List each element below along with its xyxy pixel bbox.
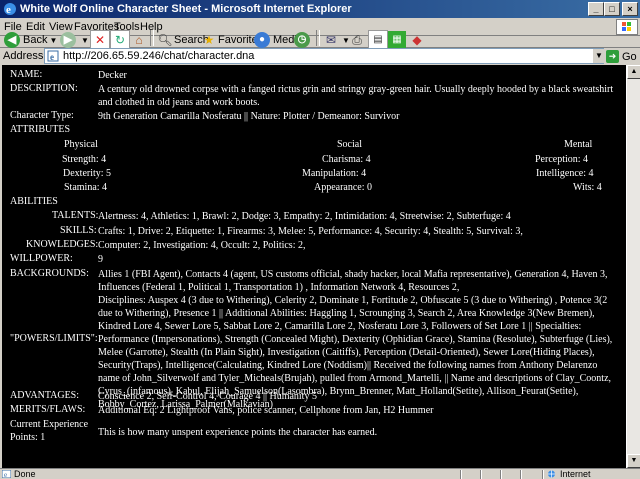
experience-label-line2: Points: 1	[10, 432, 46, 443]
toolbar-row: ◀ Back ▼ ▶ ▼ ✕ ↻ ⌂ 🔍︎ Search ★ Favorites…	[0, 28, 640, 50]
willpower-value: 9	[98, 254, 103, 265]
character-description: A century old drowned corpse with a fang…	[98, 84, 614, 108]
scroll-track[interactable]	[627, 79, 640, 454]
title-bar: e White Wolf Online Character Sheet - Mi…	[0, 0, 640, 18]
abilities-heading: ABILITIES	[10, 196, 58, 207]
attribute-perception: Perception: 4	[535, 154, 589, 165]
stop-icon: ✕	[90, 30, 110, 50]
page-content: NAME: Decker DESCRIPTION: A century old …	[2, 65, 626, 468]
status-bar: e Done Internet	[0, 468, 640, 479]
address-dropdown-icon[interactable]: ▼	[592, 49, 605, 63]
status-separator	[480, 470, 482, 479]
advantages-value: Conscience 2, Self-Control 4, Courage 4 …	[98, 391, 317, 402]
toolbar-separator	[316, 30, 320, 46]
minimize-button[interactable]: _	[588, 2, 604, 16]
search-icon: 🔍︎	[157, 33, 173, 47]
go-button[interactable]: ➜ Go	[606, 49, 638, 64]
character-name: Decker	[98, 70, 127, 81]
close-button[interactable]: ×	[622, 2, 638, 16]
attribute-charisma: Charisma: 4	[322, 154, 371, 165]
talents-value: Alertness: 4, Athletics: 1, Brawl: 2, Do…	[98, 211, 511, 222]
status-separator	[520, 470, 522, 479]
security-zone: Internet	[560, 469, 591, 479]
knowledges-value: Computer: 2, Investigation: 4, Occult: 2…	[98, 240, 306, 251]
attribute-stamina: Stamina: 4	[64, 182, 108, 193]
page-done-icon: e	[2, 470, 11, 478]
back-arrow-icon: ◀	[4, 32, 20, 48]
skills-value: Crafts: 1, Drive: 2, Etiquette: 1, Firea…	[98, 226, 523, 237]
willpower-label: WILLPOWER:	[10, 253, 73, 264]
forward-arrow-icon: ▶	[60, 32, 76, 48]
backgrounds-value: Allies 1 (FBI Agent), Contacts 4 (agent,…	[98, 269, 608, 293]
vertical-scrollbar[interactable]: ▲ ▼	[626, 65, 640, 468]
backgrounds-label: BACKGROUNDS:	[10, 268, 89, 279]
scroll-down-arrow-icon[interactable]: ▼	[627, 454, 640, 468]
attribute-intelligence: Intelligence: 4	[536, 168, 594, 179]
forward-dropdown-icon[interactable]: ▼	[81, 36, 89, 45]
toolbar-separator	[150, 30, 154, 46]
globe-icon	[548, 470, 555, 478]
address-label: Address	[3, 50, 44, 62]
address-input[interactable]: http://206.65.59.246/chat/character.dna	[44, 48, 604, 64]
merits-label: MERITS/FLAWS:	[10, 404, 86, 415]
attribute-strength: Strength: 4	[62, 154, 107, 165]
history-icon: ◷	[294, 32, 310, 48]
status-text: Done	[14, 469, 36, 479]
address-bar: Address http://206.65.59.246/chat/charac…	[0, 48, 640, 65]
refresh-icon: ↻	[110, 30, 130, 50]
ie-logo-icon: e	[4, 3, 16, 16]
talents-label: TALENTS:	[52, 210, 99, 221]
maximize-button[interactable]: □	[604, 2, 620, 16]
character-type: 9th Generation Camarilla Nosferatu || Na…	[98, 111, 400, 122]
social-heading: Social	[337, 139, 362, 150]
mail-icon: ✉	[325, 33, 337, 47]
discuss-icon: ▦	[388, 31, 406, 49]
attribute-dexterity: Dexterity: 5	[63, 168, 112, 179]
attribute-wits: Wits: 4	[573, 182, 602, 193]
messenger-icon: ◆	[412, 33, 422, 47]
mental-heading: Mental	[564, 139, 593, 150]
edit-page-icon: ▤	[368, 30, 388, 50]
advantages-label: ADVANTAGES:	[10, 390, 80, 401]
home-icon: ⌂	[135, 33, 143, 47]
attributes-heading: ATTRIBUTES	[10, 124, 70, 135]
svg-text:e: e	[6, 4, 11, 16]
go-arrow-icon: ➜	[606, 50, 619, 63]
description-label: DESCRIPTION:	[10, 83, 78, 94]
name-label: NAME:	[10, 69, 43, 80]
back-label: Back	[23, 34, 48, 46]
status-separator	[542, 470, 544, 479]
go-label: Go	[622, 50, 637, 63]
svg-text:e: e	[4, 471, 7, 478]
svg-text:e: e	[50, 52, 54, 62]
experience-label-line1: Current Experience	[10, 419, 89, 430]
media-icon: ●	[254, 32, 270, 48]
attribute-appearance: Appearance: 0	[314, 182, 373, 193]
print-icon: ⎙	[352, 33, 362, 47]
physical-heading: Physical	[64, 139, 98, 150]
status-separator	[460, 470, 462, 479]
powers-label: "POWERS/LIMITS":	[10, 333, 98, 344]
scroll-up-arrow-icon[interactable]: ▲	[627, 65, 640, 79]
star-icon: ★	[203, 33, 215, 47]
back-dropdown-icon[interactable]: ▼	[49, 36, 57, 45]
character-type-label: Character Type:	[10, 110, 74, 121]
skills-label: SKILLS:	[60, 225, 97, 236]
experience-note: This is how many unspent experience poin…	[98, 427, 378, 438]
attribute-manipulation: Manipulation: 4	[302, 168, 367, 179]
page-icon: e	[47, 50, 59, 62]
merits-value: Additional Eq: 2 Lightproof Vans, police…	[98, 405, 434, 416]
window-title: White Wolf Online Character Sheet - Micr…	[20, 3, 352, 15]
knowledges-label: KNOWLEDGES:	[26, 239, 99, 250]
status-separator	[500, 470, 502, 479]
